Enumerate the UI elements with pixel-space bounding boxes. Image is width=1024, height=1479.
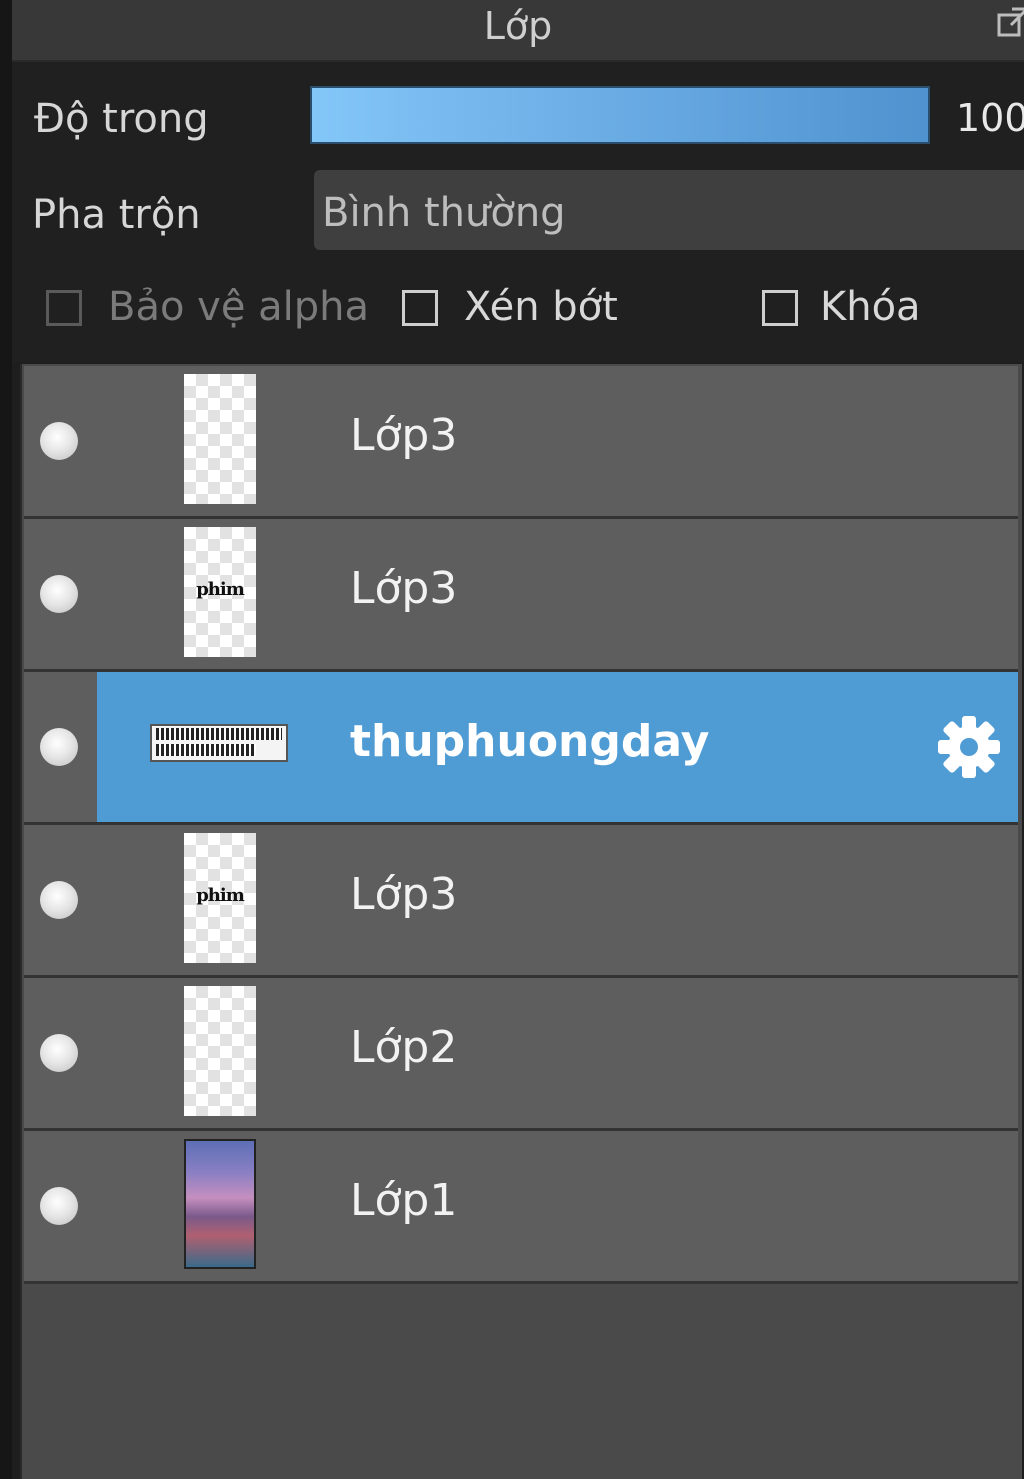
- panel-edge: [0, 0, 12, 1479]
- layer-thumbnail: [150, 724, 288, 762]
- panel-title: Lớp: [483, 4, 553, 48]
- opacity-label: Độ trong: [34, 96, 209, 142]
- opacity-slider[interactable]: [310, 86, 930, 144]
- panel-title-bar: Lớp: [12, 0, 1024, 62]
- lock-label: Khóa: [820, 284, 921, 330]
- alpha-protect-label: Bảo vệ alpha: [108, 284, 370, 330]
- layer-thumbnail: phim: [184, 833, 256, 963]
- layer-row[interactable]: phim Lớp3: [24, 825, 1018, 978]
- blend-mode-value: Bình thường: [322, 190, 566, 236]
- visibility-toggle-icon[interactable]: [40, 1034, 78, 1072]
- layer-name: Lớp3: [350, 410, 458, 461]
- layer-name: thuphuongday: [350, 716, 710, 767]
- visibility-toggle-icon[interactable]: [40, 728, 78, 766]
- layer-name: Lớp3: [350, 869, 458, 920]
- lock-box[interactable]: [762, 290, 798, 326]
- popout-icon[interactable]: [996, 6, 1024, 40]
- visibility-toggle-icon[interactable]: [40, 575, 78, 613]
- layer-name: Lớp2: [350, 1022, 458, 1073]
- layer-thumbnail-photo: [184, 1139, 256, 1269]
- blend-mode-select[interactable]: Bình thường: [314, 170, 1024, 250]
- layer-row-selected[interactable]: thuphuongday: [24, 672, 1018, 825]
- layer-name: Lớp1: [350, 1175, 458, 1226]
- layer-thumbnail: phim: [184, 527, 256, 657]
- layer-row[interactable]: phim Lớp3: [24, 519, 1018, 672]
- visibility-toggle-icon[interactable]: [40, 422, 78, 460]
- layer-name: Lớp3: [350, 563, 458, 614]
- layer-thumbnail: [184, 986, 256, 1116]
- clip-label: Xén bớt: [464, 284, 618, 330]
- layer-row[interactable]: Lớp3: [24, 366, 1018, 519]
- alpha-protect-box[interactable]: [46, 290, 82, 326]
- opacity-value[interactable]: 100: [956, 96, 1024, 140]
- layer-thumbnail: [184, 374, 256, 504]
- visibility-toggle-icon[interactable]: [40, 881, 78, 919]
- layer-row[interactable]: Lớp1: [24, 1131, 1018, 1284]
- layer-thumbnail-text: phim: [196, 579, 245, 600]
- layer-thumbnail-text: phim: [196, 885, 245, 906]
- gear-icon[interactable]: [934, 712, 1004, 782]
- clip-box[interactable]: [402, 290, 438, 326]
- visibility-toggle-icon[interactable]: [40, 1187, 78, 1225]
- layer-list: Lớp3 phim Lớp3 thuphuongday phim Lớp3 Lớ…: [20, 364, 1022, 1479]
- layer-row[interactable]: Lớp2: [24, 978, 1018, 1131]
- blend-label: Pha trộn: [32, 192, 201, 238]
